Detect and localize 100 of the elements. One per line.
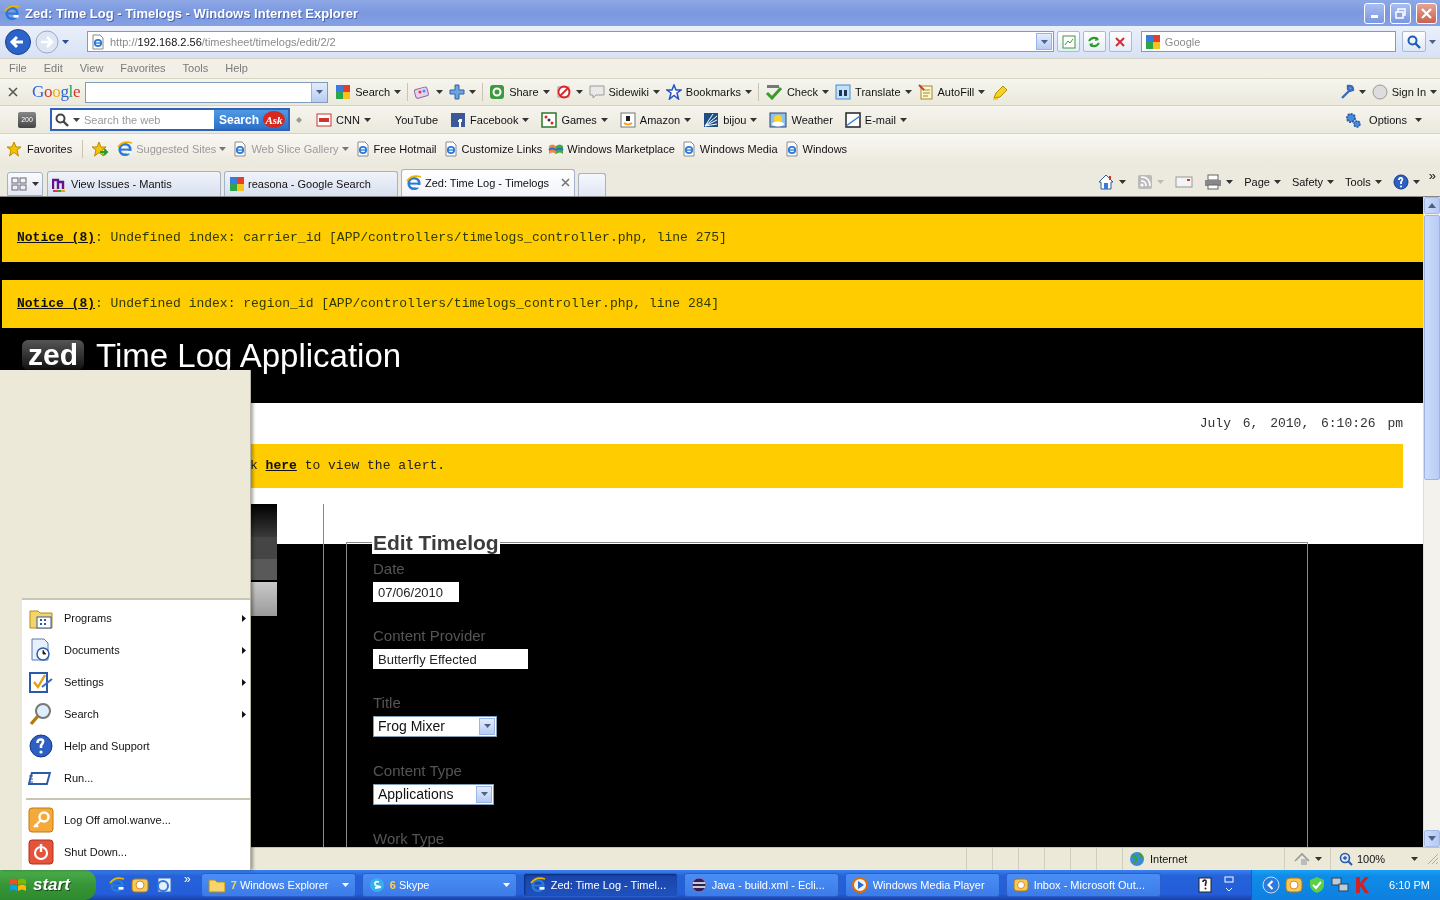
toolbar-button[interactable]: CNN <box>310 108 377 131</box>
favorites-button[interactable]: Favorites <box>6 140 81 157</box>
favorites-link[interactable]: Windows Media <box>678 137 780 160</box>
start-menu-item[interactable]: Search <box>26 698 250 730</box>
toolbar-button[interactable]: Check <box>761 81 833 104</box>
stop-button[interactable] <box>1108 31 1132 53</box>
toolbar-button[interactable]: bijou <box>697 108 764 131</box>
globe-page-icon[interactable] <box>155 876 173 894</box>
command-menu[interactable]: Safety <box>1287 170 1339 193</box>
start-menu-item[interactable]: Programs <box>26 602 250 634</box>
tab-grid-icon[interactable] <box>10 176 27 191</box>
start-button[interactable]: start <box>0 870 96 900</box>
start-menu-item[interactable]: Help and Support <box>26 730 250 762</box>
plus-icon <box>449 84 466 101</box>
toolbar-button[interactable]: E-mail <box>838 108 913 131</box>
favorites-link[interactable]: Windows Marketplace <box>546 137 677 160</box>
browser-tab[interactable]: Zed: Time Log - Timelogs <box>401 168 575 196</box>
search-field[interactable] <box>85 81 329 103</box>
down-arrow-icon <box>1428 835 1436 841</box>
start-menu-item[interactable]: Settings <box>26 666 250 698</box>
menu-item[interactable]: Tools <box>182 62 216 75</box>
browser-tab[interactable]: View Issues - Mantis <box>47 170 221 196</box>
toolbar-button[interactable]: Weather <box>763 108 839 131</box>
toolbar-button[interactable]: Games <box>535 108 614 131</box>
toolbar-button[interactable]: YouTube <box>388 108 445 131</box>
folder-icon <box>207 877 226 893</box>
taskbar-button[interactable]: Java - build.xml - Ecli... <box>683 873 839 897</box>
toolbar-button[interactable]: Sidewiki <box>585 81 663 104</box>
envelope-icon <box>844 111 861 128</box>
menu-item[interactable]: View <box>79 62 111 75</box>
options-button[interactable]: Options <box>1339 108 1428 131</box>
toolbar-button[interactable]: Bookmarks <box>662 81 755 104</box>
taskbar-button[interactable]: Inbox - Microsoft Out... <box>1005 873 1161 897</box>
start-menu-item[interactable]: Run... <box>26 762 250 794</box>
toolbar-button[interactable]: Search <box>332 81 405 104</box>
chat-bubble-icon <box>368 877 385 893</box>
field-label: Content Provider <box>373 626 487 645</box>
house-lock-icon <box>1293 850 1311 867</box>
help-note-icon[interactable] <box>1197 877 1214 893</box>
marker-icon <box>991 84 1010 101</box>
dropdown-button[interactable] <box>1036 33 1053 51</box>
date-time: July 6, 2010, 6:10:26 pm <box>1199 415 1403 431</box>
refresh-button[interactable] <box>1082 31 1106 53</box>
taskbar-button[interactable]: 6 Skype <box>361 873 517 897</box>
error-notice: Notice (8): Undefined index: region_id [APP/controllers/timelogs_controller.php, line 284] <box>17 296 720 312</box>
menu-item[interactable]: File <box>9 62 34 75</box>
address-field[interactable]: http://192.168.2.56/timesheet/timelogs/edit/2/2 <box>87 31 1055 53</box>
favorites-link[interactable]: Free Hotmail <box>352 137 439 160</box>
star-outline-icon <box>665 84 682 101</box>
scroll-up-button[interactable] <box>1424 196 1440 214</box>
error-notice: Notice (8): Undefined index: carrier_id [APP/controllers/timelogs_controller.php, line 275] <box>17 230 727 246</box>
menu-item[interactable]: Favorites <box>120 62 173 75</box>
gears-icon <box>1345 111 1362 128</box>
notice-link[interactable]: Notice (8) <box>17 230 95 246</box>
restore-button[interactable] <box>1390 2 1411 24</box>
star-arrow-icon[interactable] <box>91 140 110 157</box>
dropdown[interactable]: Frog Mixer <box>373 715 497 737</box>
shield-icon[interactable] <box>1308 876 1327 894</box>
favorites-link[interactable]: Windows <box>781 137 850 160</box>
search-field[interactable]: Google <box>1140 31 1397 53</box>
menu-item[interactable]: Help <box>225 62 255 75</box>
dropdown[interactable]: Applications <box>373 783 494 805</box>
browser-tab[interactable]: reasona - Google Search <box>224 170 398 196</box>
menu-item[interactable]: Edit <box>43 62 70 75</box>
chevron[interactable]: » <box>1428 167 1436 183</box>
command-menu[interactable]: Page <box>1240 170 1285 193</box>
toolbar-button[interactable]: Facebook <box>444 108 536 131</box>
chevron[interactable]: » <box>184 872 191 886</box>
play-disc-icon <box>851 877 868 893</box>
help-icon <box>1392 173 1409 190</box>
back-circle-icon[interactable] <box>1262 876 1281 894</box>
close-icon[interactable] <box>8 87 18 98</box>
taskbar-button[interactable]: 7 Windows Explorer <box>200 873 356 897</box>
taskbar-button[interactable]: Zed: Time Log - Timel... <box>522 873 678 897</box>
close-icon[interactable] <box>561 178 570 188</box>
alert-link[interactable]: here <box>265 458 297 474</box>
taskbar-button[interactable]: Windows Media Player <box>844 873 1000 897</box>
scroll-thumb[interactable] <box>1424 214 1440 480</box>
network-icon[interactable] <box>1331 876 1350 894</box>
toolbar-button[interactable]: AutoFill <box>914 81 989 104</box>
start-menu-item[interactable]: Log Off amol.wanve... <box>26 804 250 836</box>
text-field[interactable]: Butterfly Effected <box>373 648 528 669</box>
toolbar-button[interactable]: Translate <box>832 81 915 104</box>
zoom-button[interactable]: 100% <box>1330 847 1426 870</box>
no-entry-icon <box>555 84 572 101</box>
command-menu[interactable]: Tools <box>1341 170 1386 193</box>
close-button[interactable] <box>1416 2 1437 24</box>
start-menu-item[interactable]: Documents <box>26 634 250 666</box>
search-button[interactable] <box>1402 31 1426 53</box>
clock: 6:10 PM <box>1389 879 1430 891</box>
toolbar-button[interactable]: Share <box>486 81 553 104</box>
minimize-button[interactable] <box>1364 2 1385 24</box>
scroll-down-button[interactable] <box>1424 829 1440 847</box>
caret-icon[interactable] <box>32 181 40 186</box>
notice-link[interactable]: Notice (8) <box>17 296 95 312</box>
toolbar-button[interactable]: Amazon <box>613 108 698 131</box>
sign-in-button[interactable]: Sign In <box>1368 81 1440 104</box>
text-field[interactable]: 07/06/2010 <box>373 581 459 602</box>
start-menu-item[interactable]: Shut Down... <box>26 836 250 868</box>
favorites-link[interactable]: Customize Links <box>440 137 545 160</box>
